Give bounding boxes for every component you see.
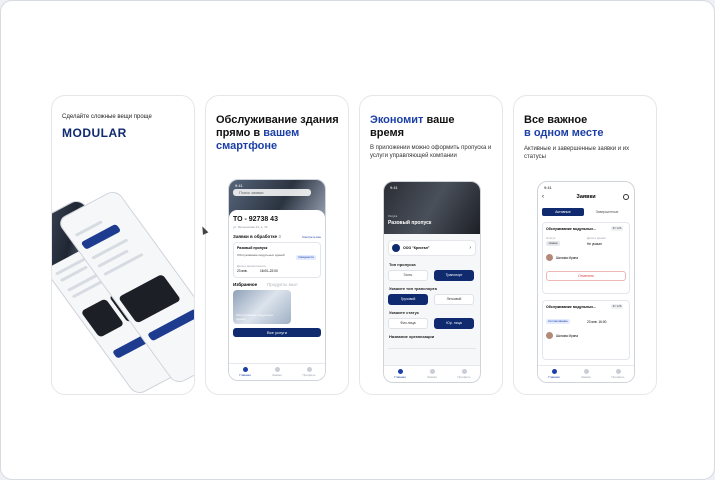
option-truck[interactable]: Грузовой <box>388 294 428 305</box>
promo-card-all-in-one[interactable]: Все важное в одном месте Активные и заве… <box>513 95 657 395</box>
avatar <box>546 254 553 261</box>
bottom-nav: Главная Заявки Профиль <box>384 365 480 382</box>
option-legal-entity[interactable]: Юр. лица <box>434 318 474 329</box>
hero-image <box>384 182 480 234</box>
option-car[interactable]: Легковой <box>434 294 474 305</box>
favorite-card[interactable]: Обслуживание модульных зданий <box>233 290 291 324</box>
bottom-nav: Главная Заявки Профиль <box>538 365 634 382</box>
avatar <box>546 332 553 339</box>
card-title: Экономит ваше время <box>370 114 455 139</box>
company-selector[interactable]: ООО "Крестал" › <box>388 240 476 256</box>
phone-pass-screen: 9:41 Услуга Разовый пропуск ООО "Крестал… <box>383 181 481 383</box>
status-badge: Ожидается <box>296 255 316 260</box>
all-services-button[interactable]: Все услуги <box>233 328 321 337</box>
nav-home[interactable]: Главная <box>390 369 410 379</box>
option-guest[interactable]: Гость <box>388 270 428 281</box>
promo-card-modular[interactable]: Сделайте сложные вещи проще MODULAR <box>51 95 195 395</box>
status-badge: Новая <box>546 241 560 246</box>
nav-requests[interactable]: Заявки <box>576 369 596 379</box>
cancel-button[interactable]: Отменить <box>546 271 626 281</box>
bottom-nav: Главная Заявки Профиль <box>229 363 325 380</box>
tab-completed[interactable]: Завершенные <box>586 208 628 216</box>
gallery-frame: Сделайте сложные вещи проще MODULAR Обсл… <box>0 0 715 480</box>
screen-title: Разовый пропуск <box>388 220 432 226</box>
phone-requests-screen: 9:41 ‹ Заявки Активные Завершенные Обслу… <box>537 181 635 383</box>
card-title: Обслуживание здания прямо в вашем смартф… <box>216 114 339 152</box>
request-card[interactable]: Разовый пропуск Обслуживание модульных з… <box>233 242 321 278</box>
phone-home-screen: 9:41 Поиск заявки ТО - 92738 43 ул. Мель… <box>228 179 326 381</box>
tab-active[interactable]: Активные <box>542 208 584 216</box>
nav-home[interactable]: Главная <box>544 369 564 379</box>
option-individual[interactable]: Физ.лица <box>388 318 428 329</box>
card-title: Все важное в одном месте <box>524 114 604 139</box>
card-subtitle: Активные и завершенные заявки и их стату… <box>524 146 630 160</box>
nav-requests[interactable]: Заявки <box>267 367 287 377</box>
brand-title: MODULAR <box>62 126 127 140</box>
tab-products[interactable]: Продукты мыл <box>267 282 298 287</box>
request-item[interactable]: Обслуживание модульных... ID 126 Статус … <box>542 222 630 294</box>
object-address: ул. Мельникова 24, д. 16 <box>233 225 268 229</box>
org-name-input[interactable] <box>388 342 476 349</box>
request-item[interactable]: Обслуживание модульных... ID 128 Согласо… <box>542 300 630 360</box>
card-subtitle: В приложении можно оформить пропуска и у… <box>370 145 492 159</box>
section-title: Заявки в обработке 3 <box>233 234 281 239</box>
promo-card-building-service[interactable]: Обслуживание здания прямо в вашем смартф… <box>205 95 349 395</box>
home-panel: ТО - 92738 43 ул. Мельникова 24, д. 16 З… <box>229 210 325 380</box>
nav-profile[interactable]: Профиль <box>608 369 628 379</box>
search-input[interactable]: Поиск заявки <box>233 189 311 196</box>
screen-title: Заявки <box>576 194 596 200</box>
nav-profile[interactable]: Профиль <box>299 367 319 377</box>
search-icon[interactable] <box>623 194 629 200</box>
chevron-right-icon: › <box>469 245 471 251</box>
nav-home[interactable]: Главная <box>235 367 255 377</box>
nav-profile[interactable]: Профиль <box>454 369 474 379</box>
promo-card-saves-time[interactable]: Экономит ваше время В приложении можно о… <box>359 95 503 395</box>
nav-requests[interactable]: Заявки <box>422 369 442 379</box>
see-all-link[interactable]: Смотреть все <box>302 235 321 239</box>
status-badge: Согласование <box>546 319 570 324</box>
tab-favorites[interactable]: Избранное <box>233 282 257 287</box>
company-logo-icon <box>392 244 400 252</box>
tagline: Сделайте сложные вещи проще <box>62 114 152 120</box>
option-transport[interactable]: Транспорт <box>434 270 474 281</box>
object-code[interactable]: ТО - 92738 43 <box>233 216 278 223</box>
